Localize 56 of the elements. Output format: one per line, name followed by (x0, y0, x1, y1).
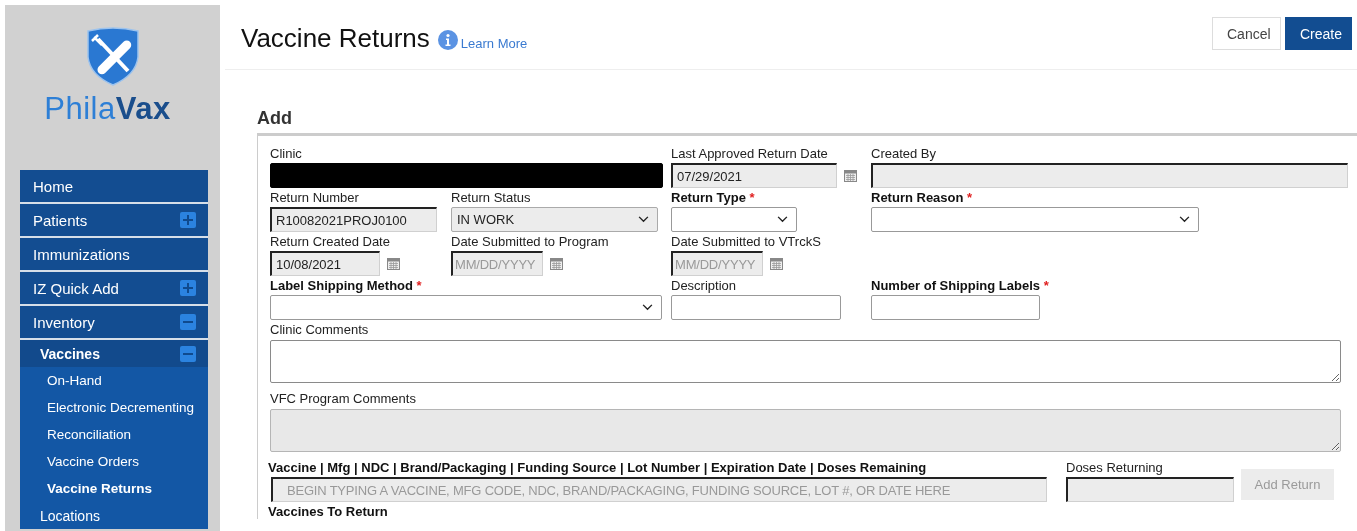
nav-item[interactable]: Patients (20, 204, 208, 238)
nav-item[interactable]: Vaccine Orders (20, 448, 208, 475)
field-label: Date Submitted to Program (451, 233, 610, 251)
dropdown[interactable] (671, 207, 797, 232)
field-label: Return Number (270, 189, 360, 207)
calendar-icon[interactable] (550, 257, 563, 270)
nav-item[interactable]: Locations (20, 502, 208, 529)
field-label: Return Reason * (871, 189, 974, 207)
dropdown[interactable] (270, 295, 662, 320)
info-icon (437, 30, 458, 50)
redacted-field[interactable] (270, 163, 663, 188)
field-label: Description (671, 277, 738, 295)
learn-more-link[interactable]: Learn More (460, 36, 528, 51)
calendar-icon[interactable] (770, 257, 783, 270)
nav-item[interactable]: Reconciliation (20, 421, 208, 448)
field-label: Return Created Date (270, 233, 391, 251)
nav-item[interactable]: Immunizations (20, 238, 208, 272)
field-label: Date Submitted to VTrckS (671, 233, 822, 251)
nav-item[interactable]: Home (20, 170, 208, 204)
page-title: Vaccine Returns (241, 22, 430, 54)
chevron-icon (638, 216, 649, 223)
chevron-icon (777, 216, 788, 223)
input-field[interactable] (671, 295, 841, 320)
field-label: Return Status (451, 189, 532, 207)
collapse-icon[interactable] (180, 314, 196, 330)
text-area[interactable] (270, 340, 1341, 383)
expand-icon[interactable] (180, 212, 196, 228)
section-heading: Add (257, 107, 293, 130)
calendar-icon[interactable] (844, 169, 857, 182)
calendar-icon[interactable] (387, 257, 400, 270)
nav-item[interactable]: IZ Quick Add (20, 272, 208, 306)
chevron-icon (1179, 216, 1190, 223)
field-label: Clinic (270, 145, 303, 163)
cancel-button[interactable]: Cancel (1212, 17, 1281, 50)
input-field[interactable] (871, 295, 1040, 320)
chevron-icon (642, 304, 653, 311)
field-label: Number of Shipping Labels * (871, 277, 1050, 295)
nav-item[interactable]: Inventory (20, 306, 208, 340)
field-label: Last Approved Return Date (671, 145, 829, 163)
nav-item[interactable]: Vaccines (20, 340, 208, 367)
expand-icon[interactable] (180, 280, 196, 296)
list-heading: Vaccines To Return (268, 504, 389, 519)
nav-item[interactable]: On-Hand (20, 367, 208, 394)
field-label: Return Type * (671, 189, 756, 207)
create-button[interactable]: Create (1285, 17, 1352, 50)
nav-item[interactable]: Electronic Decrementing (20, 394, 208, 421)
collapse-icon[interactable] (180, 345, 196, 362)
field-label: Label Shipping Method * (270, 277, 423, 295)
field-label: VFC Program Comments (270, 390, 417, 408)
nav-item[interactable]: Vaccine Returns (20, 475, 208, 502)
field-label: Vaccine | Mfg | NDC | Brand/Packaging | Funding Source | Lot Number | Expiration Date | Doses Remaining (268, 459, 928, 476)
field-label: Clinic Comments (270, 321, 370, 339)
field-label: Doses Returning (1066, 459, 1164, 477)
dropdown[interactable] (871, 207, 1199, 232)
logo-text: PhilaVax (44, 91, 171, 127)
field-label: Created By (871, 145, 938, 163)
